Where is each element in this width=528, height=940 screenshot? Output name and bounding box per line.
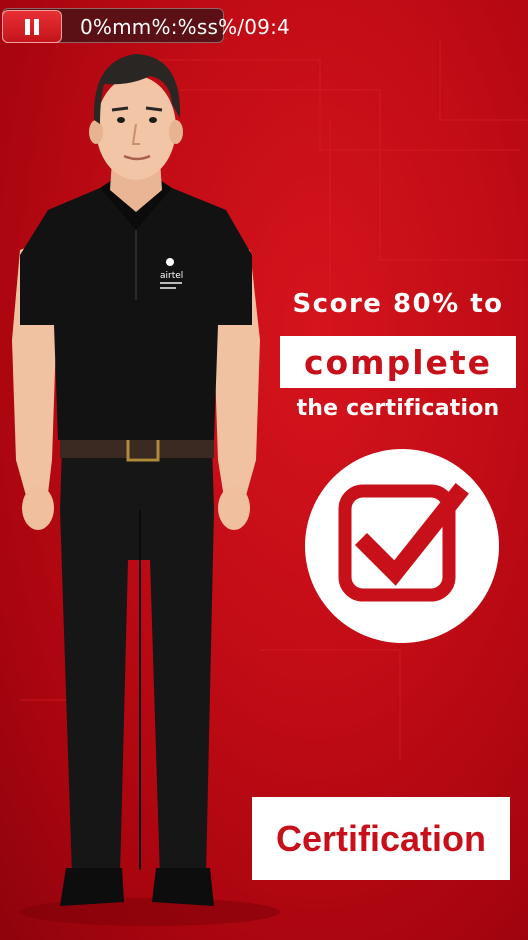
- pause-button[interactable]: [2, 10, 62, 43]
- highlight-box: complete: [280, 336, 516, 388]
- checkbox-check-icon: [338, 483, 469, 602]
- highlight-text: complete: [303, 342, 493, 382]
- certification-subtitle: the certification: [296, 396, 500, 421]
- certification-label-box: Certification: [252, 797, 510, 880]
- playback-time-display: 0%mm%:%ss%/09:4: [80, 15, 290, 39]
- presenter-character: airtel: [12, 54, 260, 906]
- score-requirement-text: Score 80% to: [292, 289, 504, 319]
- check-badge: [305, 449, 499, 643]
- pause-icon: [25, 18, 39, 35]
- certification-label: Certification: [275, 817, 487, 859]
- video-frame: airtel 0%mm%:%ss%/09:4 Score 80% to comp…: [0, 0, 528, 940]
- shirt-logo: airtel: [160, 271, 183, 281]
